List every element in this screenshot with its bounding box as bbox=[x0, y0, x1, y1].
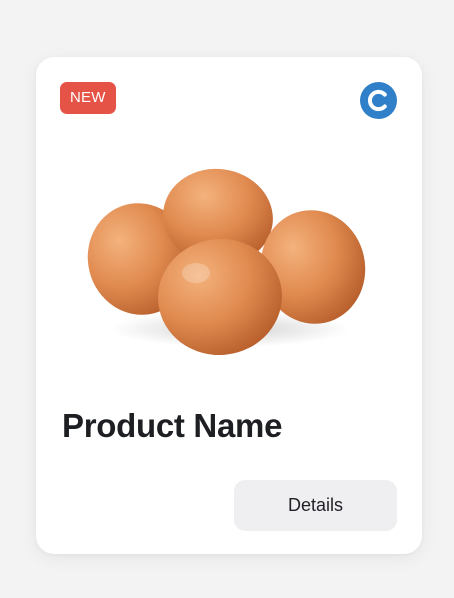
c-logo-icon bbox=[360, 82, 397, 119]
new-badge: NEW bbox=[60, 82, 116, 114]
page: NEW Product Name Details bbox=[0, 0, 454, 598]
product-title: Product Name bbox=[62, 407, 283, 444]
product-card[interactable]: NEW Product Name Details bbox=[36, 57, 422, 554]
details-button[interactable]: Details bbox=[234, 480, 397, 531]
eggs-image bbox=[87, 168, 366, 355]
